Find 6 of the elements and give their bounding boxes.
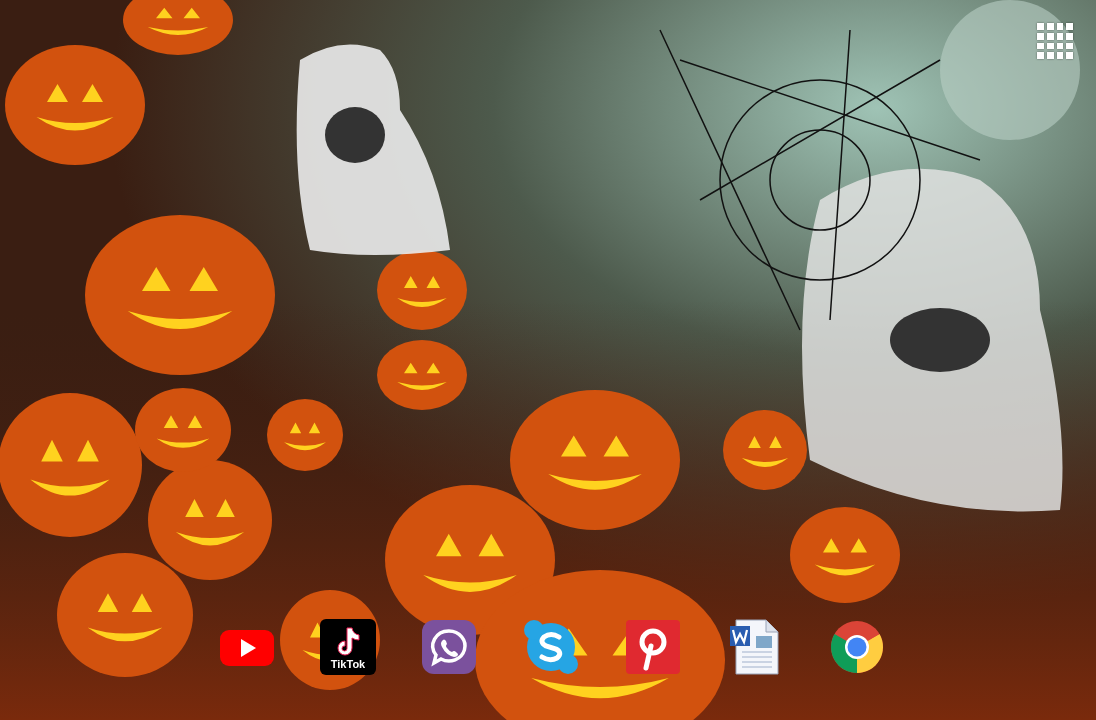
phone-app-icon[interactable]	[420, 618, 478, 676]
music-note-app-icon[interactable]: TikTok	[320, 619, 376, 675]
app-drawer-icon[interactable]	[1034, 20, 1076, 62]
browser-icon[interactable]	[828, 618, 886, 676]
cloud-app-icon[interactable]	[522, 618, 580, 676]
pin-app-icon[interactable]	[624, 618, 682, 676]
